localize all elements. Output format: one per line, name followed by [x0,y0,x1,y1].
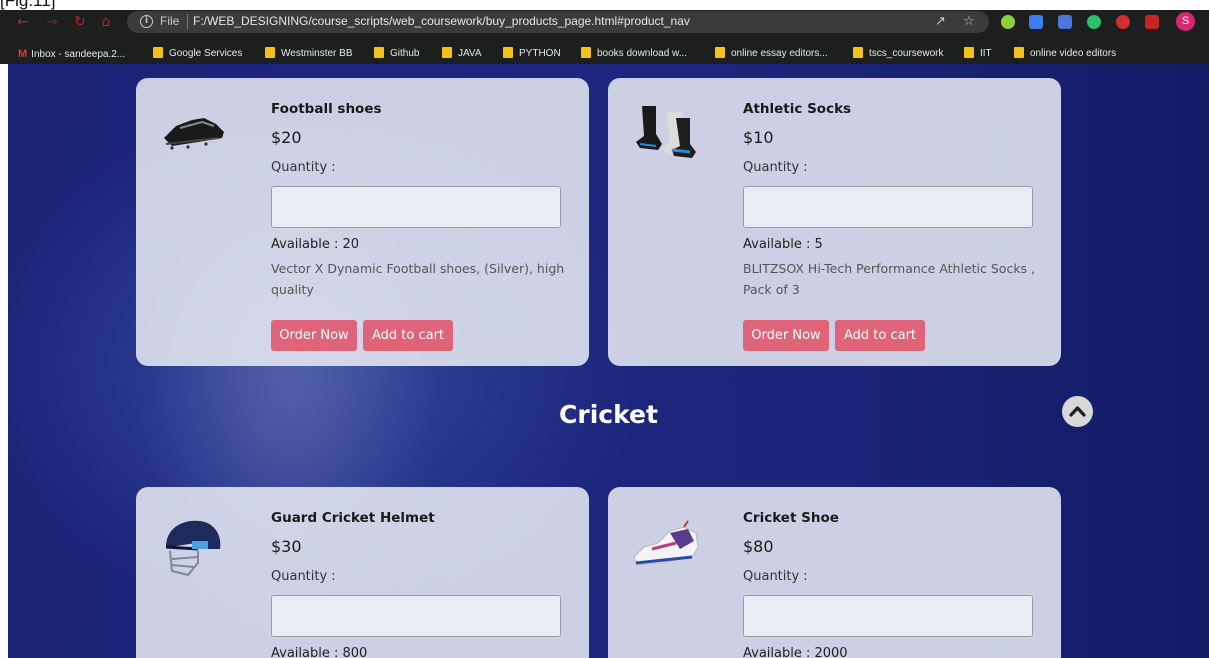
forward-icon[interactable]: → [43,13,61,31]
extension-green-icon[interactable] [1001,15,1015,29]
browser-chrome: ← → ↻ ⌂ i File F:/WEB_DESIGNING/course_s… [0,10,1209,64]
folder-icon [715,47,725,58]
file-scheme-label: File [160,14,180,28]
bookmark-item[interactable]: online essay editors... [715,46,828,62]
availability-text: Available : 20 [271,237,360,252]
product-card: Guard Cricket Helmet $30 Quantity : Avai… [136,487,589,658]
cricket-shoe-image [633,520,699,566]
home-icon[interactable]: ⌂ [97,13,115,31]
folder-icon [853,47,863,58]
bookmark-item[interactable]: Github [374,46,419,62]
folder-icon [374,47,384,58]
bookmark-label: books download w... [597,48,688,59]
bookmark-item[interactable]: Google Services [153,46,242,62]
chevron-up-icon [1069,406,1086,417]
product-price: $30 [271,537,302,556]
grammarly-icon[interactable] [1087,15,1101,29]
address-separator [187,14,188,29]
back-icon[interactable]: ← [14,13,32,31]
bookmark-item[interactable]: PYTHON [503,46,561,62]
extension-blue-icon[interactable] [1029,15,1043,29]
scroll-to-top-button[interactable] [1062,396,1093,427]
bookmark-label: PYTHON [519,48,561,59]
quantity-input[interactable] [271,595,561,637]
availability-text: Available : 2000 [743,646,848,658]
folder-icon [503,47,513,58]
bookmark-label: online essay editors... [731,48,828,59]
product-price: $10 [743,128,774,147]
extension-red-square-icon[interactable] [1145,15,1159,29]
extension-red-icon[interactable] [1116,15,1130,29]
bookmark-label: Westminster BB [281,48,353,59]
quantity-input[interactable] [743,186,1033,228]
folder-icon [1014,47,1024,58]
folder-icon [581,47,591,58]
quantity-label: Quantity : [271,160,336,175]
athletic-socks-image [636,106,696,158]
add-to-cart-button[interactable]: Add to cart [363,320,453,351]
page-content: Football shoes $20 Quantity : Available … [8,64,1209,658]
bookmark-label: Inbox - sandeepa.2... [31,49,126,60]
order-now-button[interactable]: Order Now [271,320,357,351]
product-description: BLITZSOX Hi-Tech Performance Athletic So… [743,261,1036,297]
bookmark-item[interactable]: M Inbox - sandeepa.2... [18,46,125,62]
figure-caption-text: [Fig.11] [0,0,56,10]
quantity-input[interactable] [271,186,561,228]
figure-caption: [Fig.11] [0,0,1209,10]
product-card: Athletic Socks $10 Quantity : Available … [608,78,1061,366]
folder-icon [442,47,452,58]
folder-icon [265,47,275,58]
bookmark-label: JAVA [458,48,482,59]
reload-icon[interactable]: ↻ [71,13,89,31]
bookmark-label: Google Services [169,48,243,59]
quantity-label: Quantity : [271,569,336,584]
folder-icon [964,47,974,58]
quantity-label: Quantity : [743,160,808,175]
bookmark-star-icon[interactable]: ☆ [963,14,975,29]
quantity-input[interactable] [743,595,1033,637]
section-heading: Cricket [559,400,658,429]
bookmark-item[interactable]: tscs_coursework [853,46,943,62]
share-icon[interactable]: ↗ [935,14,946,29]
product-price: $20 [271,128,302,147]
product-title: Athletic Socks [743,101,852,117]
product-title: Football shoes [271,101,382,117]
product-card: Cricket Shoe $80 Quantity : Available : … [608,487,1061,658]
bookmark-label: online video editors [1030,48,1117,59]
extension-puzzle-icon[interactable] [1058,15,1072,29]
availability-text: Available : 800 [271,646,368,658]
bookmark-label: IIT [980,48,992,59]
address-bar-row: ← → ↻ ⌂ i File F:/WEB_DESIGNING/course_s… [0,10,1209,34]
gmail-icon: M [18,48,28,60]
product-price: $80 [743,537,774,556]
product-title: Guard Cricket Helmet [271,510,435,526]
product-title: Cricket Shoe [743,510,839,526]
bookmark-label: tscs_coursework [869,48,944,59]
profile-avatar[interactable]: S [1176,12,1195,31]
address-bar[interactable]: i File F:/WEB_DESIGNING/course_scripts/w… [127,11,989,33]
bookmark-label: Github [390,48,420,59]
url-text[interactable]: F:/WEB_DESIGNING/course_scripts/web_cour… [193,14,690,28]
quantity-label: Quantity : [743,569,808,584]
order-now-button[interactable]: Order Now [743,320,829,351]
folder-icon [153,47,163,58]
bookmarks-bar: M Inbox - sandeepa.2... Google Services W… [0,44,1209,64]
bookmark-item[interactable]: books download w... [581,46,687,62]
bookmark-item[interactable]: JAVA [442,46,482,62]
product-card: Football shoes $20 Quantity : Available … [136,78,589,366]
cricket-helmet-image [165,520,221,577]
bookmark-item[interactable]: Westminster BB [265,46,353,62]
add-to-cart-button[interactable]: Add to cart [835,320,925,351]
football-shoe-image [164,118,224,150]
info-icon[interactable]: i [140,15,153,28]
availability-text: Available : 5 [743,237,823,252]
bookmark-item[interactable]: online video editors [1014,46,1116,62]
product-description: Vector X Dynamic Football shoes, (Silver… [271,261,565,297]
bookmark-item[interactable]: IIT [964,46,992,62]
